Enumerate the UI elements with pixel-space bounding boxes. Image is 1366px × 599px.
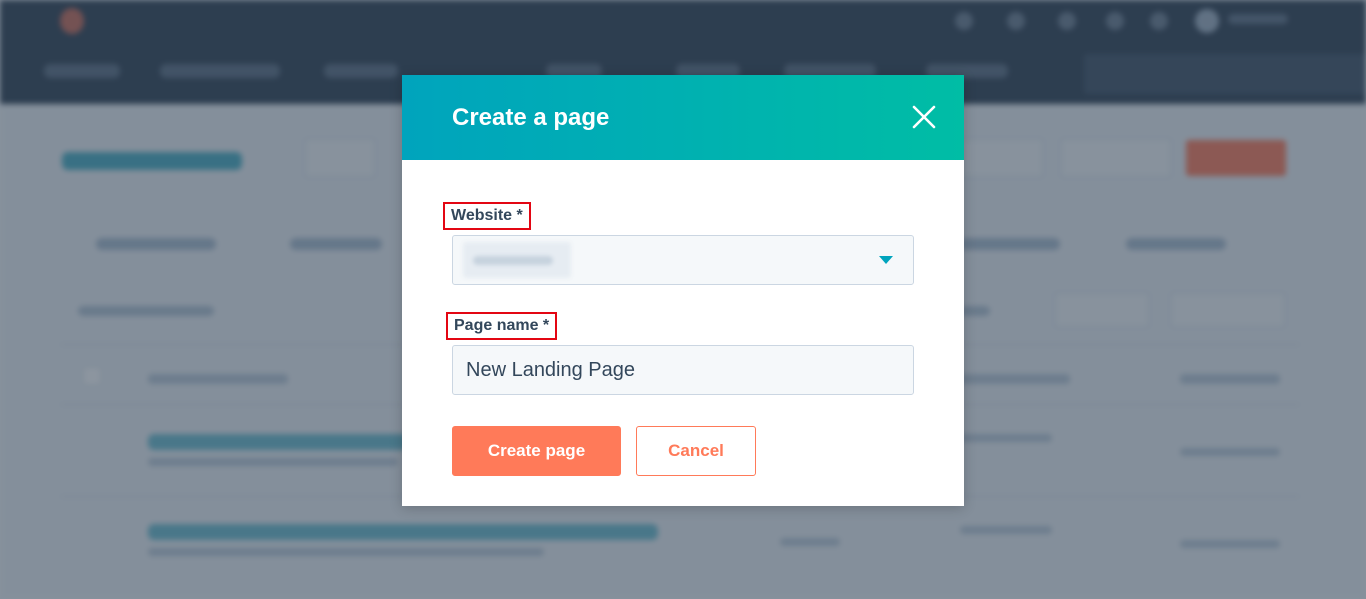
create-page-dialog: Create a page Website * Page name * Crea… xyxy=(402,75,964,506)
dialog-header: Create a page xyxy=(402,75,964,160)
cancel-button[interactable]: Cancel xyxy=(636,426,756,476)
caret-down-icon xyxy=(879,256,893,264)
close-button[interactable] xyxy=(910,103,938,131)
dialog-title: Create a page xyxy=(452,104,610,131)
website-value-redacted xyxy=(463,242,571,278)
create-page-button[interactable]: Create page xyxy=(452,426,621,476)
page-name-label: Page name * xyxy=(446,312,558,340)
website-label: Website * xyxy=(443,202,531,230)
page-name-input[interactable] xyxy=(452,345,914,395)
website-select[interactable] xyxy=(452,235,914,285)
close-icon xyxy=(912,105,936,129)
